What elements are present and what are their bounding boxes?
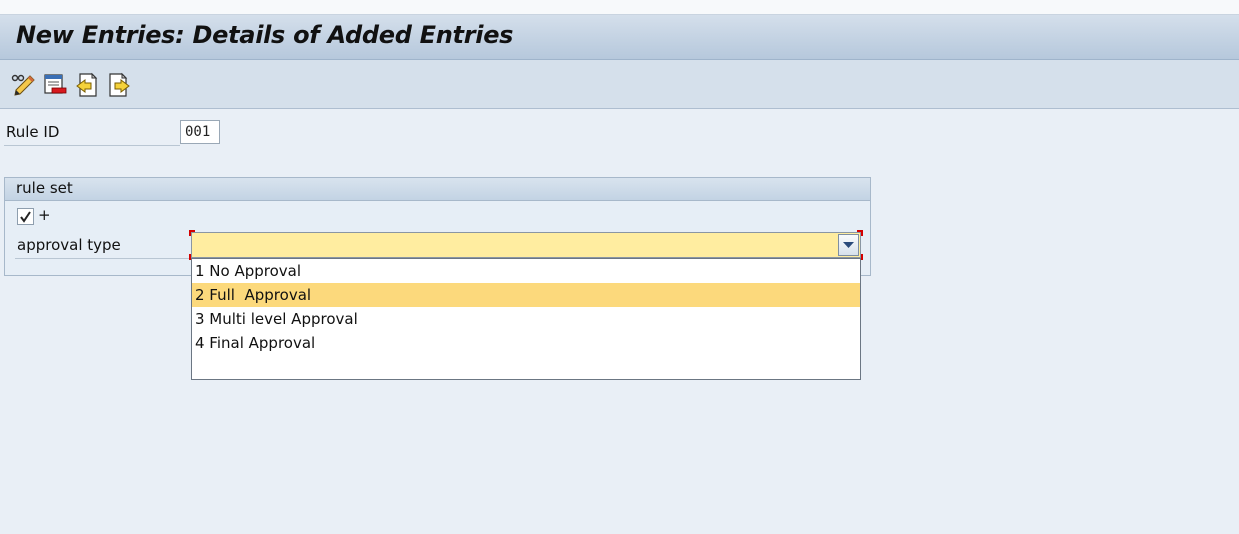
rule-id-label-underline bbox=[4, 145, 180, 146]
dropdown-option-4[interactable]: 4 Final Approval bbox=[192, 331, 860, 355]
checkmark-icon bbox=[20, 211, 31, 223]
checkbox-label: + bbox=[38, 206, 51, 224]
page-title: New Entries: Details of Added Entries bbox=[16, 21, 514, 49]
delete-icon bbox=[44, 74, 67, 94]
rule-set-header: rule set bbox=[5, 178, 870, 201]
dropdown-button[interactable] bbox=[838, 234, 859, 256]
dropdown-option-3[interactable]: 3 Multi level Approval bbox=[192, 307, 860, 331]
title-bar: New Entries: Details of Added Entries bbox=[0, 15, 1239, 60]
required-marker-top-left bbox=[189, 230, 195, 236]
next-entry-button[interactable] bbox=[106, 72, 132, 98]
main-content: Rule ID 001 rule set + approval type 1 N… bbox=[0, 109, 1239, 534]
approval-type-select[interactable] bbox=[191, 232, 861, 258]
approval-type-label-underline bbox=[15, 258, 191, 259]
rule-id-value: 001 bbox=[185, 124, 211, 140]
previous-entry-icon bbox=[76, 72, 98, 97]
next-entry-icon bbox=[109, 72, 130, 97]
previous-entry-button[interactable] bbox=[74, 72, 100, 98]
rule-id-field[interactable]: 001 bbox=[180, 120, 220, 144]
chevron-down-icon bbox=[843, 241, 854, 248]
display-change-button[interactable] bbox=[10, 72, 36, 98]
application-toolbar bbox=[0, 60, 1239, 109]
dropdown-option-1[interactable]: 1 No Approval bbox=[192, 259, 860, 283]
delete-button[interactable] bbox=[42, 72, 68, 98]
window-top-strip bbox=[0, 0, 1239, 15]
rule-set-checkbox[interactable] bbox=[17, 208, 34, 225]
approval-type-dropdown-list: 1 No Approval 2 Full Approval 3 Multi le… bbox=[191, 258, 861, 380]
required-marker-top-right bbox=[857, 230, 863, 236]
rule-id-label: Rule ID bbox=[6, 123, 60, 141]
display-change-icon bbox=[11, 74, 35, 96]
dropdown-option-2[interactable]: 2 Full Approval bbox=[192, 283, 860, 307]
rule-set-title: rule set bbox=[16, 179, 73, 197]
approval-type-label: approval type bbox=[17, 236, 121, 254]
